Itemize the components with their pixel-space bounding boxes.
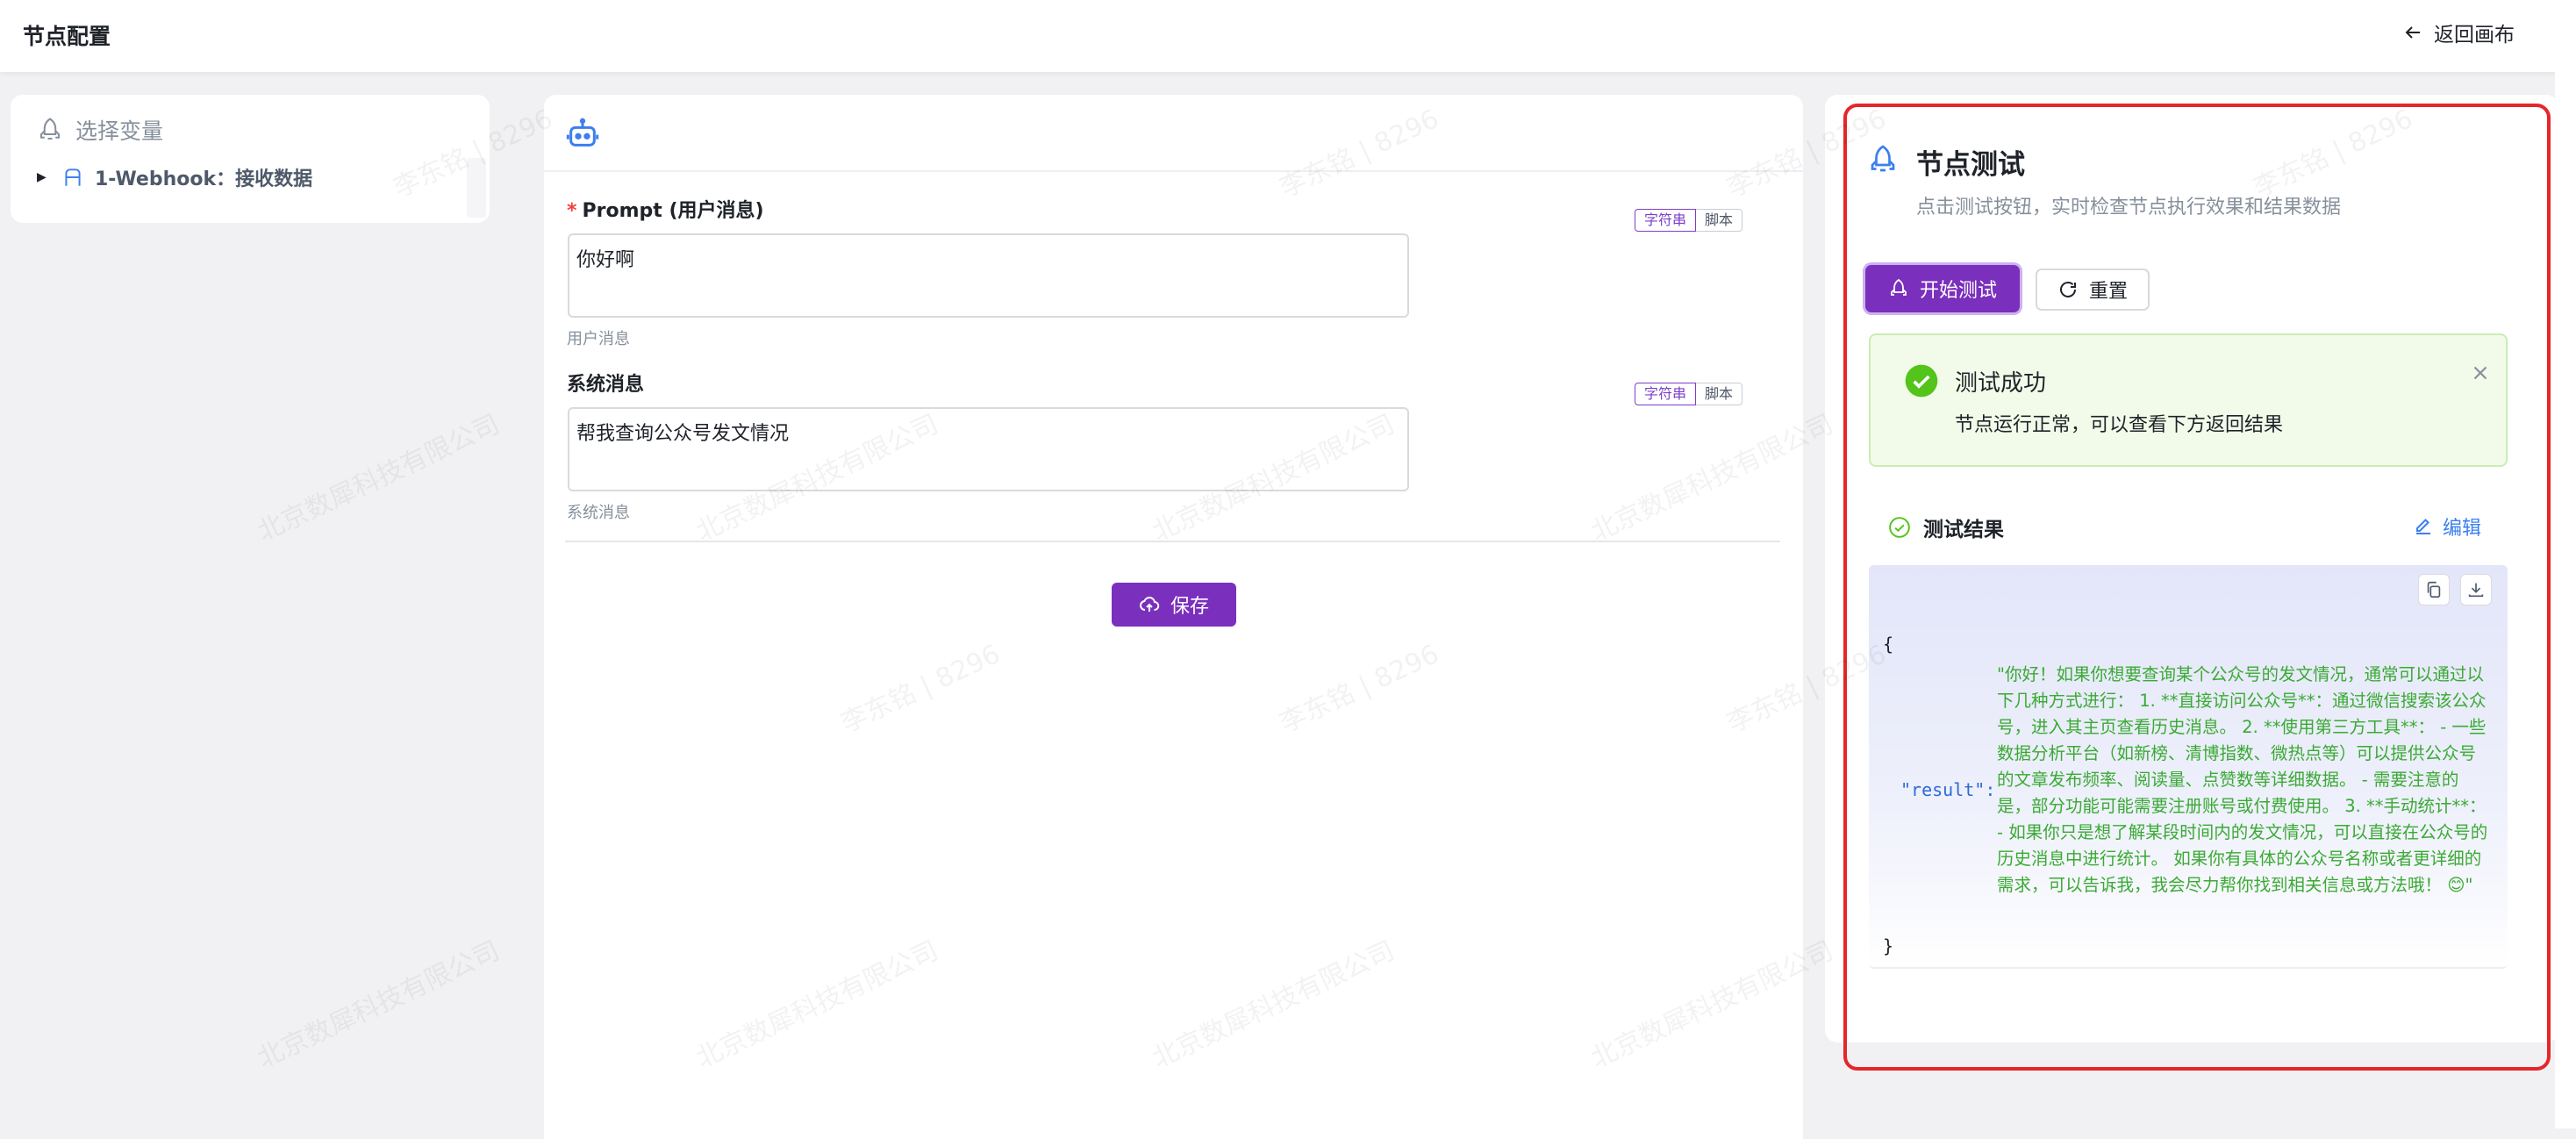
prompt-label-text: Prompt (用户消息): [582, 200, 764, 222]
arrow-left-icon: [2405, 26, 2420, 39]
page-title: 节点配置: [23, 24, 111, 49]
webhook-icon: [65, 168, 81, 186]
variable-tree-item-label: 1-Webhook：接收数据: [95, 168, 313, 190]
back-label: 返回画布: [2434, 24, 2515, 47]
prompt-mode-toggle: 字符串 脚本: [1635, 209, 1743, 232]
watermark-text: 北京数犀科技有限公司: [253, 935, 504, 1075]
system-mode-toggle: 字符串 脚本: [1635, 383, 1743, 405]
save-label: 保存: [1170, 596, 1209, 618]
variable-panel-scrollbar[interactable]: [467, 158, 486, 218]
editor-divider: [565, 541, 1780, 542]
variable-panel: 选择变量 ▶ 1-Webhook：接收数据: [11, 95, 490, 223]
prompt-textarea[interactable]: 你好啊: [568, 233, 1409, 318]
variable-tree-item[interactable]: ▶ 1-Webhook：接收数据: [37, 163, 312, 191]
prompt-mode-string[interactable]: 字符串: [1635, 209, 1697, 232]
prompt-label: * Prompt (用户消息): [567, 195, 764, 223]
system-message-hint: 系统消息: [567, 504, 630, 522]
robot-icon: [566, 118, 599, 147]
prompt-hint: 用户消息: [567, 330, 630, 348]
rocket-icon: [40, 118, 60, 140]
prompt-mode-script[interactable]: 脚本: [1696, 209, 1743, 232]
system-mode-script[interactable]: 脚本: [1696, 383, 1743, 405]
cloud-upload-icon: [1140, 596, 1160, 612]
system-message-textarea[interactable]: 帮我查询公众号发文情况: [568, 407, 1409, 491]
required-mark: *: [567, 200, 577, 222]
caret-right-icon[interactable]: ▶: [37, 170, 51, 184]
watermark-text: 北京数犀科技有限公司: [253, 408, 504, 548]
top-bar: 节点配置 返回画布: [0, 0, 2576, 72]
variable-panel-title: 选择变量: [75, 118, 164, 144]
back-to-canvas-button[interactable]: 返回画布: [2402, 18, 2515, 47]
variable-panel-header: 选择变量: [37, 114, 163, 146]
system-message-label: 系统消息: [567, 374, 645, 396]
system-mode-string[interactable]: 字符串: [1635, 383, 1697, 405]
node-editor: * Prompt (用户消息) 字符串 脚本 你好啊 用户消息 系统消息 字符串 …: [544, 95, 1803, 1139]
editor-header-divider: [544, 170, 1803, 172]
save-button[interactable]: 保存: [1112, 583, 1236, 627]
highlight-frame: [1843, 104, 2551, 1071]
